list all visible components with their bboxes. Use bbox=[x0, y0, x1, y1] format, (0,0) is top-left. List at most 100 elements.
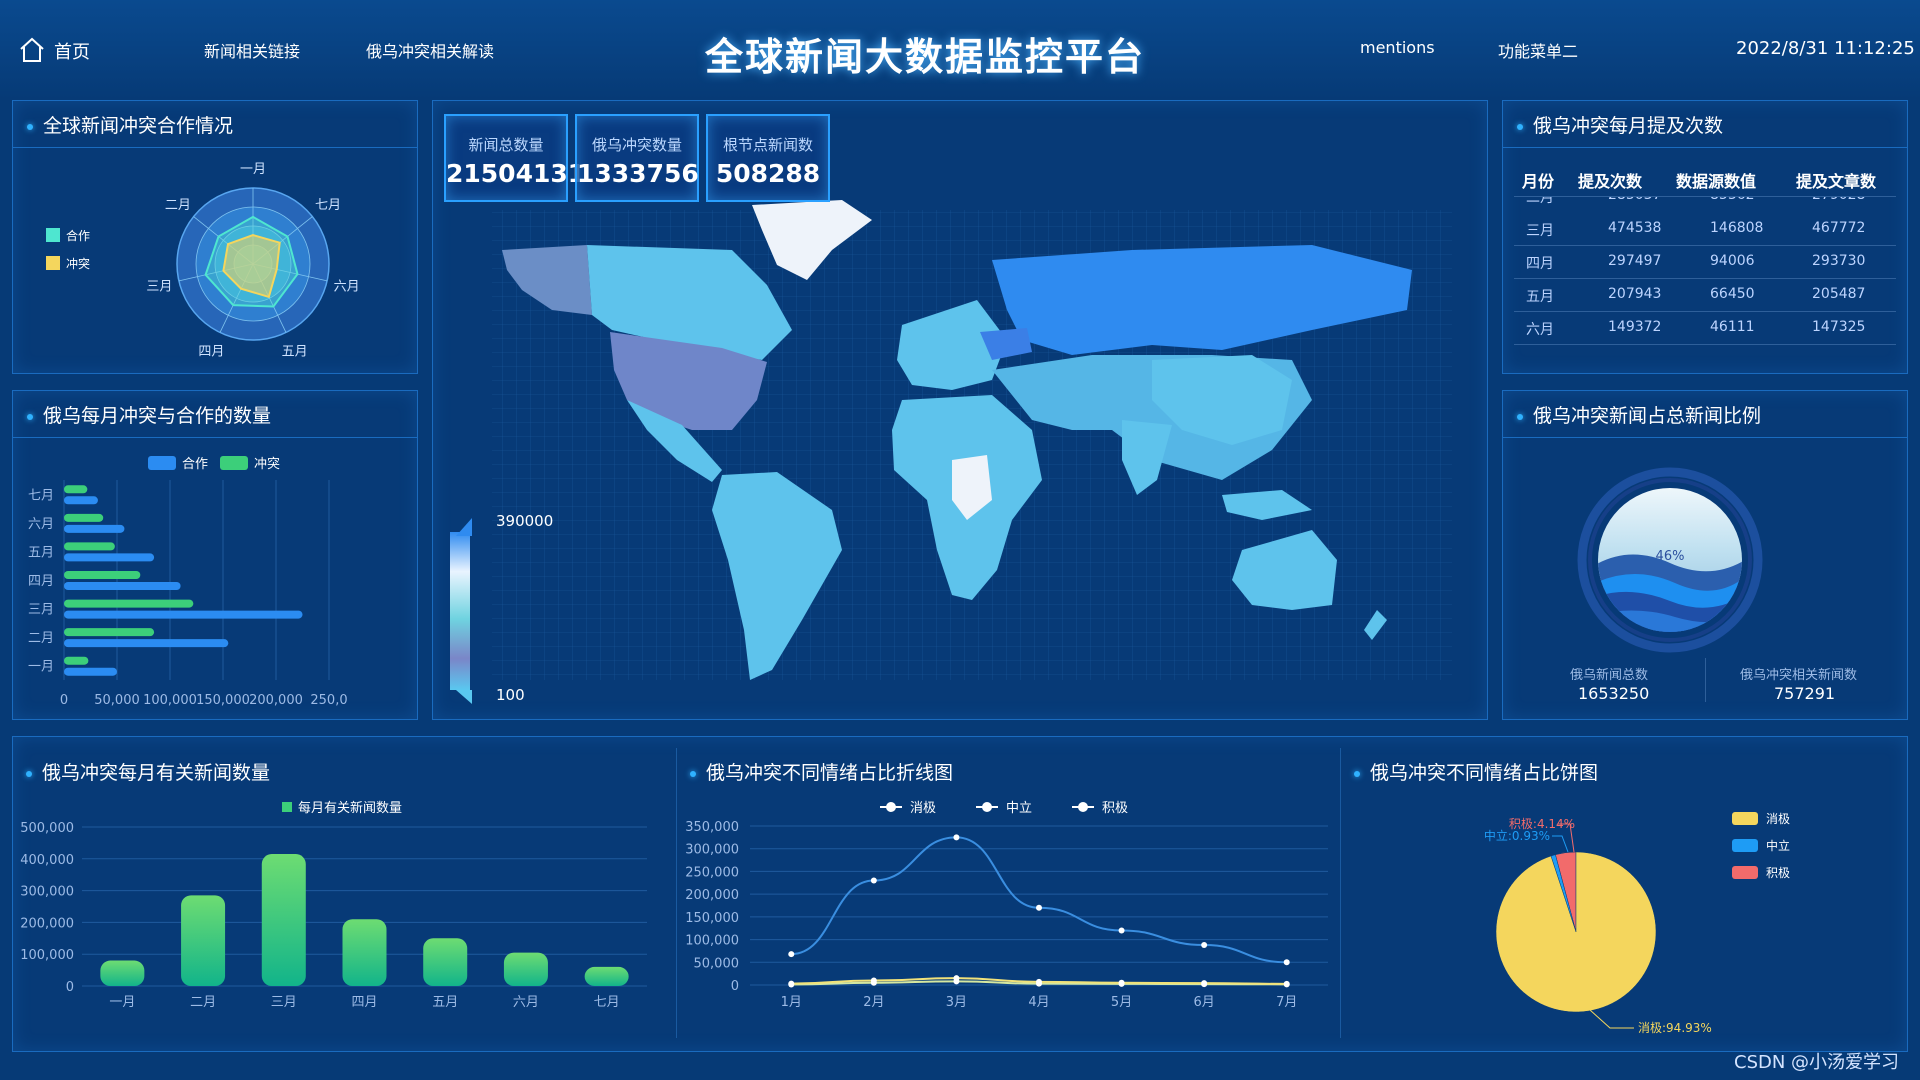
pie-label: 积极:4.14% bbox=[1509, 817, 1575, 831]
line-point bbox=[870, 977, 877, 984]
hbar-tick-label: 200,000 bbox=[249, 693, 303, 708]
table-cell: 474538 bbox=[1608, 220, 1662, 236]
hbar-tick-label: 50,000 bbox=[94, 693, 140, 708]
vbar-bar bbox=[261, 854, 306, 986]
hbar-tick-label: 250,0 bbox=[310, 693, 347, 708]
line-legend-marker bbox=[886, 802, 896, 812]
vbar-category-label: 七月 bbox=[594, 995, 620, 1010]
table-row-divider bbox=[1514, 311, 1896, 312]
pie-legend-label: 积极 bbox=[1766, 866, 1790, 880]
table-row-divider bbox=[1514, 245, 1896, 246]
monthly-news-title: 俄乌冲突每月有关新闻数量 bbox=[26, 758, 270, 785]
hbar-bar-coop bbox=[64, 639, 229, 648]
table-row-divider bbox=[1514, 344, 1896, 345]
line-point bbox=[870, 877, 877, 884]
radar-chart: 一月七月六月五月 四月 三月 二月合作冲突 bbox=[46, 162, 360, 359]
table-cell: 147325 bbox=[1812, 319, 1866, 335]
vbar-tick-label: 400,000 bbox=[20, 853, 74, 868]
table-cell: 四月 bbox=[1526, 256, 1554, 272]
hbar-category-label: 五月 bbox=[28, 545, 54, 560]
vbar-legend-swatch bbox=[282, 802, 292, 812]
line-category-label: 7月 bbox=[1276, 995, 1297, 1010]
table-cell: 146808 bbox=[1710, 220, 1764, 236]
vbar-tick-label: 500,000 bbox=[20, 821, 74, 836]
line-point bbox=[1036, 978, 1042, 985]
stat-total-news: 新闻总数量 21504131 bbox=[444, 114, 585, 202]
table-header-sources[interactable]: 数据源数值 bbox=[1676, 168, 1756, 192]
vbar-bar bbox=[503, 952, 548, 986]
hbar-category-label: 一月 bbox=[28, 660, 54, 675]
pie-legend-swatch bbox=[1732, 839, 1758, 852]
line-category-label: 4月 bbox=[1028, 995, 1049, 1010]
table-cell: 205487 bbox=[1812, 286, 1866, 302]
monthly-news-bar-chart: 0 100,000 200,000 300,000 400,000 500,000 每月有关… bbox=[20, 800, 647, 1010]
line-legend-label: 消极 bbox=[910, 801, 936, 816]
table-cell: 五月 bbox=[1526, 289, 1554, 305]
radar-indicator-label: 四月 bbox=[198, 344, 224, 359]
hbar-category-label: 七月 bbox=[28, 488, 54, 503]
line-series bbox=[791, 836, 1287, 964]
line-point bbox=[1283, 959, 1290, 966]
pie-legend-label: 消极 bbox=[1766, 812, 1790, 826]
ratio-related-value: 757291 bbox=[1774, 684, 1836, 703]
pie-label-line bbox=[1552, 835, 1569, 853]
mentions-table-title: 俄乌冲突每月提及次数 bbox=[1517, 111, 1723, 138]
line-legend-marker bbox=[982, 802, 992, 812]
ratio-related-label: 俄乌冲突相关新闻数 bbox=[1740, 668, 1858, 683]
line-point bbox=[1118, 979, 1125, 986]
line-legend-label: 中立 bbox=[1006, 801, 1032, 816]
line-legend-marker bbox=[1078, 802, 1088, 812]
hbar-tick-label: 100,000 bbox=[143, 693, 197, 708]
vbar-category-label: 二月 bbox=[190, 995, 216, 1010]
vbar-bar bbox=[342, 919, 387, 986]
hbar-category-label: 三月 bbox=[28, 603, 54, 618]
line-tick-label: 50,000 bbox=[694, 956, 740, 971]
radar-panel-title: 全球新闻冲突合作情况 bbox=[27, 111, 233, 138]
table-header-articles[interactable]: 提及文章数 bbox=[1796, 168, 1876, 192]
line-tick-label: 150,000 bbox=[685, 911, 739, 926]
ratio-total-value: 1653250 bbox=[1578, 684, 1650, 703]
line-point bbox=[788, 951, 795, 958]
hbar-category-label: 二月 bbox=[28, 631, 54, 646]
vbar-bar bbox=[100, 960, 145, 986]
table-cell: 297497 bbox=[1608, 253, 1662, 269]
hbar-bar-conflict bbox=[64, 513, 104, 522]
line-point bbox=[1283, 980, 1290, 987]
hbar-bar-coop bbox=[64, 496, 98, 505]
watermark: CSDN @小汤爱学习 bbox=[1734, 1052, 1900, 1073]
radar-indicator-label: 二月 bbox=[165, 198, 191, 213]
table-header-mentions[interactable]: 提及次数 bbox=[1578, 168, 1642, 192]
table-cell: 467772 bbox=[1812, 220, 1866, 236]
hbar-legend-label: 冲突 bbox=[254, 456, 280, 472]
radar-indicator-label: 五月 bbox=[282, 344, 308, 359]
line-tick-label: 200,000 bbox=[685, 888, 739, 903]
hbar-bar-coop bbox=[64, 667, 117, 676]
hbar-bar-conflict bbox=[64, 656, 89, 665]
map-legend-max: 390000 bbox=[496, 512, 554, 530]
hbar-tick-label: 150,000 bbox=[196, 693, 250, 708]
hbar-bar-coop bbox=[64, 582, 181, 590]
nav-mentions[interactable]: mentions bbox=[1360, 38, 1435, 57]
pie-slice bbox=[1495, 851, 1657, 1013]
hbar-bar-conflict bbox=[64, 628, 155, 637]
vbar-bar bbox=[584, 966, 629, 986]
hbar-bar-coop bbox=[64, 524, 125, 533]
table-header-month[interactable]: 月份 bbox=[1522, 168, 1554, 192]
pie-label: 消极:94.93% bbox=[1638, 1021, 1712, 1035]
line-category-label: 1月 bbox=[781, 995, 802, 1010]
line-point bbox=[1118, 927, 1125, 934]
line-tick-label: 350,000 bbox=[685, 820, 739, 835]
vbar-tick-label: 200,000 bbox=[20, 916, 74, 931]
line-point bbox=[1036, 904, 1042, 911]
table-cell: 三月 bbox=[1526, 223, 1554, 239]
hbar-legend-swatch bbox=[148, 456, 176, 470]
hbar-tick-label: 0 bbox=[60, 693, 68, 708]
line-tick-label: 300,000 bbox=[685, 843, 739, 858]
line-point bbox=[788, 980, 795, 987]
line-point bbox=[1201, 980, 1208, 987]
vbar-tick-label: 300,000 bbox=[20, 885, 74, 900]
hbar-bar-conflict bbox=[64, 542, 115, 551]
radar-legend-swatch bbox=[46, 256, 60, 270]
nav-menu-two[interactable]: 功能菜单二 bbox=[1498, 38, 1578, 62]
stat-root-news: 根节点新闻数 508288 bbox=[706, 114, 830, 202]
